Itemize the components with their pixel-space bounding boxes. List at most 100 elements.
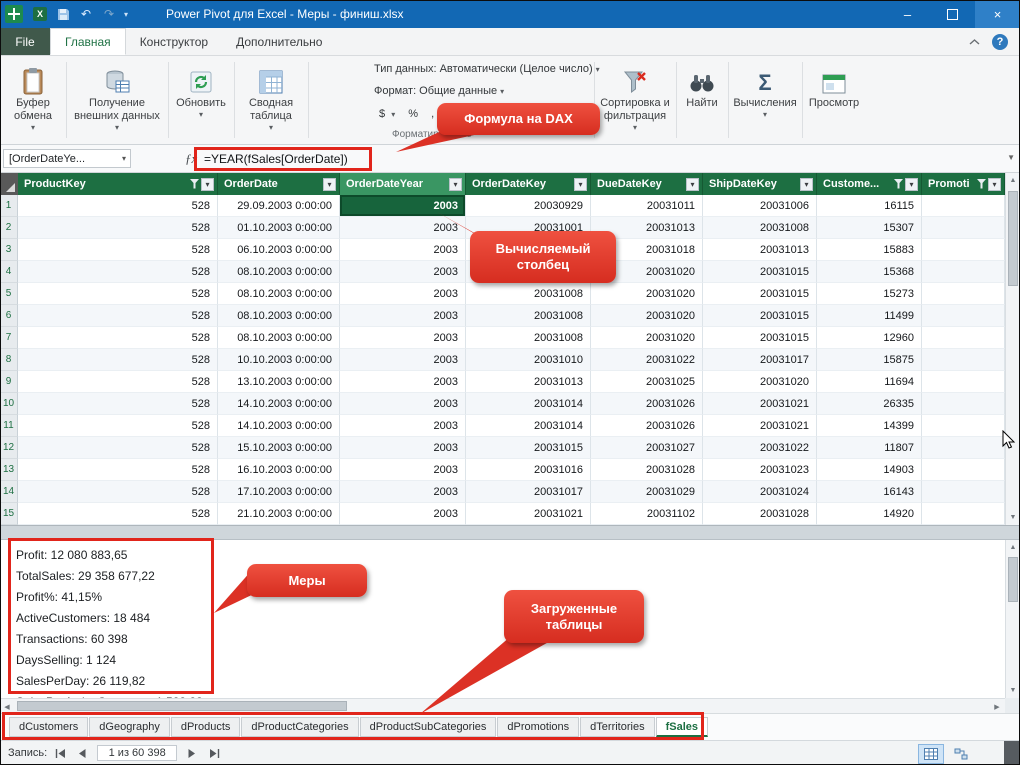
table-cell[interactable]: 20031023	[703, 459, 817, 481]
table-cell[interactable]: 15273	[817, 283, 922, 305]
table-cell[interactable]: 2003	[340, 283, 466, 305]
column-header-DueDateKey[interactable]: DueDateKey▾	[591, 173, 703, 195]
table-cell[interactable]: 15307	[817, 217, 922, 239]
view-button[interactable]: Просмотр	[806, 59, 862, 141]
data-view-button[interactable]	[918, 744, 944, 764]
refresh-button[interactable]: Обновить ▾	[172, 59, 230, 141]
column-header-ShipDateKey[interactable]: ShipDateKey▾	[703, 173, 817, 195]
table-cell[interactable]: 20031013	[466, 371, 591, 393]
table-cell[interactable]: 20031015	[703, 283, 817, 305]
clipboard-button[interactable]: Буфер обмена ▾	[4, 59, 62, 141]
table-cell[interactable]: 15368	[817, 261, 922, 283]
table-cell[interactable]: 2003	[340, 305, 466, 327]
currency-button[interactable]: $ ▾	[374, 107, 400, 121]
row-number[interactable]: 7	[0, 327, 18, 349]
table-cell[interactable]: 20031028	[591, 459, 703, 481]
column-header-OrderDate[interactable]: OrderDate▾	[218, 173, 340, 195]
table-cell[interactable]	[922, 415, 1005, 437]
table-cell[interactable]: 08.10.2003 0:00:00	[218, 261, 340, 283]
table-cell[interactable]: 528	[18, 371, 218, 393]
diagram-view-button[interactable]	[948, 744, 974, 764]
table-cell[interactable]: 11499	[817, 305, 922, 327]
table-cell[interactable]	[922, 503, 1005, 525]
customize-toolbar-icon[interactable]: ▾	[124, 10, 128, 19]
table-cell[interactable]: 06.10.2003 0:00:00	[218, 239, 340, 261]
find-button[interactable]: Найти	[680, 59, 724, 141]
table-cell[interactable]: 2003	[340, 437, 466, 459]
table-cell[interactable]: 14903	[817, 459, 922, 481]
collapse-ribbon-icon[interactable]	[969, 38, 980, 45]
table-tab-fSales[interactable]: fSales	[656, 717, 708, 737]
table-cell[interactable]: 2003	[340, 503, 466, 525]
table-cell[interactable]: 17.10.2003 0:00:00	[218, 481, 340, 503]
table-cell[interactable]	[922, 349, 1005, 371]
table-cell[interactable]: 528	[18, 415, 218, 437]
row-number[interactable]: 11	[0, 415, 18, 437]
column-dropdown-icon[interactable]: ▾	[201, 178, 214, 191]
table-cell[interactable]: 20031008	[466, 283, 591, 305]
table-cell[interactable]: 01.10.2003 0:00:00	[218, 217, 340, 239]
table-cell[interactable]: 20031013	[703, 239, 817, 261]
row-number[interactable]: 5	[0, 283, 18, 305]
measure-item[interactable]: ActiveCustomers: 18 484	[16, 608, 203, 629]
column-header-Promoti[interactable]: Promoti▾	[922, 173, 1005, 195]
table-cell[interactable]	[922, 437, 1005, 459]
table-tab-dProducts[interactable]: dProducts	[171, 717, 241, 737]
table-cell[interactable]: 14920	[817, 503, 922, 525]
column-dropdown-icon[interactable]: ▾	[800, 178, 813, 191]
table-cell[interactable]: 20031021	[703, 393, 817, 415]
column-dropdown-icon[interactable]: ▾	[905, 178, 918, 191]
table-cell[interactable]	[922, 261, 1005, 283]
percent-button[interactable]: %	[403, 107, 423, 121]
row-number[interactable]: 6	[0, 305, 18, 327]
table-cell[interactable]: 20031026	[591, 415, 703, 437]
table-tab-dGeography[interactable]: dGeography	[89, 717, 170, 737]
table-cell[interactable]: 20031015	[466, 437, 591, 459]
close-button[interactable]: ×	[975, 0, 1020, 28]
select-all-corner[interactable]	[0, 173, 18, 195]
table-cell[interactable]: 20031024	[703, 481, 817, 503]
column-dropdown-icon[interactable]: ▾	[686, 178, 699, 191]
row-number[interactable]: 10	[0, 393, 18, 415]
table-cell[interactable]: 2003	[340, 239, 466, 261]
table-cell[interactable]: 14.10.2003 0:00:00	[218, 393, 340, 415]
table-cell[interactable]: 20031015	[703, 261, 817, 283]
column-header-OrderDateKey[interactable]: OrderDateKey▾	[466, 173, 591, 195]
table-tab-dProductCategories[interactable]: dProductCategories	[241, 717, 358, 737]
table-cell[interactable]: 528	[18, 239, 218, 261]
measure-item[interactable]: DaysSelling: 1 124	[16, 650, 203, 671]
data-type-dropdown[interactable]: Тип данных: Автоматически (Целое число)▾	[374, 63, 600, 75]
measure-item[interactable]: SalesPerDay: 26 119,82	[16, 671, 203, 692]
table-cell[interactable]: 2003	[340, 327, 466, 349]
table-cell[interactable]: 20031026	[591, 393, 703, 415]
table-cell[interactable]	[922, 459, 1005, 481]
tab-konstruktor[interactable]: Конструктор	[126, 28, 222, 55]
table-cell[interactable]: 13.10.2003 0:00:00	[218, 371, 340, 393]
horizontal-scrollbar[interactable]: ◀ ▶	[0, 698, 1005, 713]
redo-icon[interactable]: ↷	[101, 6, 117, 22]
table-cell[interactable]: 2003	[340, 459, 466, 481]
column-dropdown-icon[interactable]: ▾	[323, 178, 336, 191]
scroll-down-icon[interactable]: ▼	[1006, 510, 1020, 525]
table-cell[interactable]: 528	[18, 503, 218, 525]
table-cell[interactable]: 20031021	[466, 503, 591, 525]
last-record-icon[interactable]	[205, 745, 223, 761]
column-dropdown-icon[interactable]: ▾	[449, 178, 462, 191]
table-cell[interactable]: 20031102	[591, 503, 703, 525]
scroll-thumb[interactable]	[1008, 557, 1018, 602]
table-cell[interactable]: 20031006	[703, 195, 817, 217]
table-cell[interactable]: 20031008	[466, 327, 591, 349]
table-cell[interactable]: 20031020	[591, 305, 703, 327]
formula-input[interactable]: =YEAR(fSales[OrderDate])	[204, 152, 348, 166]
table-cell[interactable]: 20031021	[703, 415, 817, 437]
previous-record-icon[interactable]	[73, 745, 91, 761]
table-cell[interactable]: 2003	[340, 481, 466, 503]
column-header-OrderDateYear[interactable]: OrderDateYear▾	[340, 173, 466, 195]
table-cell[interactable]: 528	[18, 437, 218, 459]
table-cell[interactable]: 20031015	[703, 305, 817, 327]
table-cell[interactable]: 08.10.2003 0:00:00	[218, 283, 340, 305]
table-cell[interactable]: 528	[18, 305, 218, 327]
table-cell[interactable]: 26335	[817, 393, 922, 415]
measure-item[interactable]: TotalSales: 29 358 677,22	[16, 566, 203, 587]
table-cell[interactable]: 2003	[340, 217, 466, 239]
